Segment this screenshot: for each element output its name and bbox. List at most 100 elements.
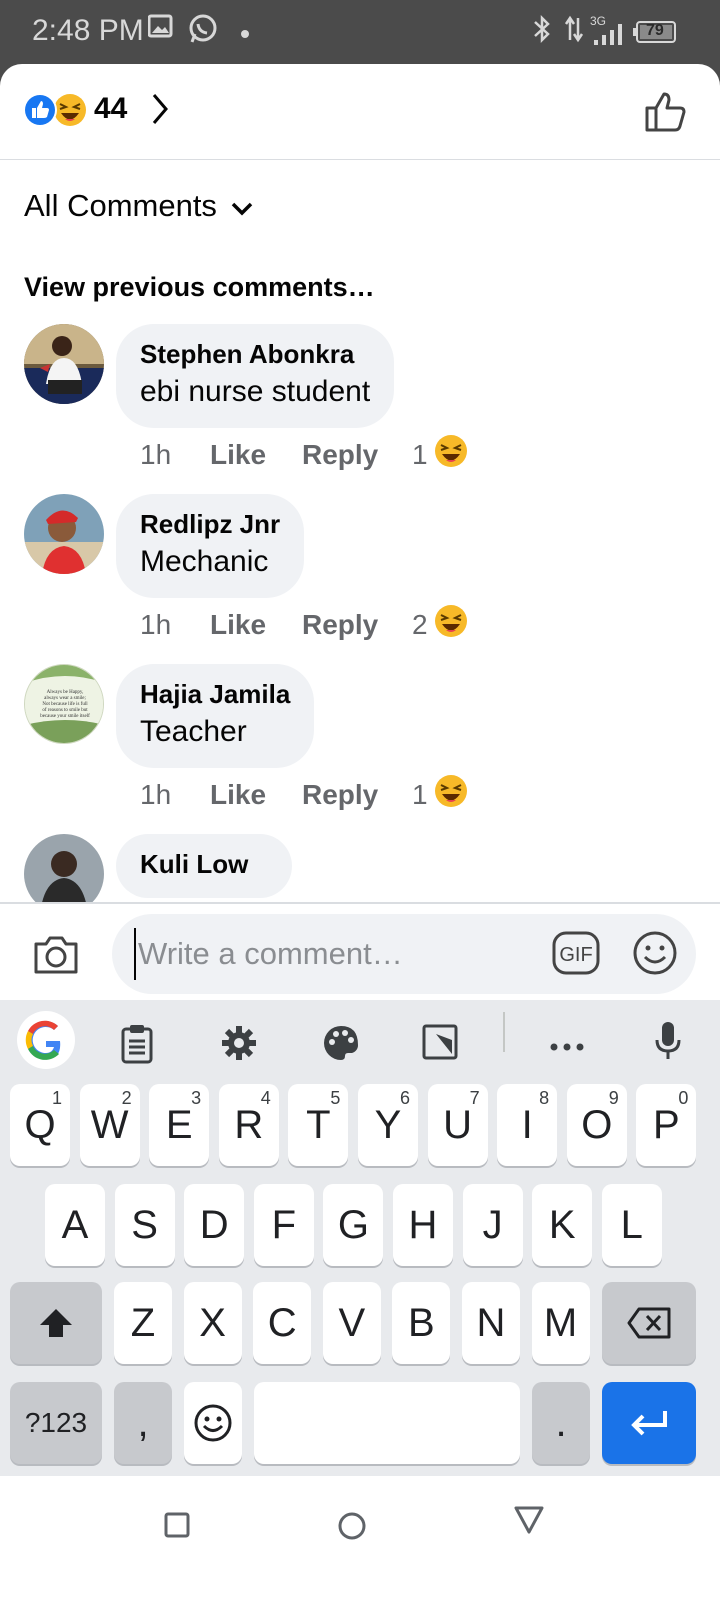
comma-key[interactable]: , [114,1382,172,1464]
key-c[interactable]: C [253,1282,312,1364]
reaction-icons[interactable] [22,92,92,128]
comment-bubble[interactable]: Stephen Abonkra ebi nurse student [116,324,395,428]
comment-input[interactable] [134,928,514,980]
like-reaction-icon [23,93,57,127]
key-r[interactable]: R4 [218,1084,279,1166]
key-t[interactable]: T5 [288,1084,349,1166]
signal-icon [592,22,626,51]
gallery-icon [147,14,174,45]
avatar[interactable] [24,324,104,404]
comment-item: Stephen Abonkra ebi nurse student 1h Lik… [0,324,720,484]
gif-button[interactable]: GIF [552,930,600,981]
key-label: G [337,1202,369,1247]
key-h[interactable]: H [393,1184,453,1266]
commenter-name[interactable]: Kuli Low [140,848,248,880]
key-z[interactable]: Z [114,1282,172,1364]
reply-comment-button[interactable]: Reply [302,439,412,471]
reaction-count[interactable]: 44 [94,92,127,126]
key-l[interactable]: L [601,1184,662,1266]
like-post-icon[interactable] [644,90,688,139]
haha-reaction-icon[interactable] [434,604,468,645]
key-f[interactable]: F [253,1184,314,1266]
comment-text: Teacher [140,715,247,748]
commenter-name[interactable]: Redlipz Jnr [140,508,280,540]
resize-keyboard-icon[interactable] [422,1024,458,1065]
recents-square-icon[interactable] [164,1512,190,1543]
avatar[interactable]: Always be Happy, always wear a smile; No… [24,664,104,744]
key-e[interactable]: E3 [149,1084,210,1166]
comment-reaction-count[interactable]: 1 [412,779,428,811]
key-s[interactable]: S [114,1184,175,1266]
back-triangle-icon[interactable] [514,1506,544,1539]
key-label: K [548,1202,576,1247]
home-circle-icon[interactable] [338,1512,366,1545]
period-key[interactable]: . [532,1382,590,1464]
key-d[interactable]: D [184,1184,245,1266]
like-comment-button[interactable]: Like [210,779,302,811]
shift-key[interactable] [10,1282,102,1364]
more-options-icon[interactable] [550,1038,584,1056]
key-k[interactable]: K [532,1184,593,1266]
haha-reaction-icon[interactable] [434,774,468,815]
commenter-name[interactable]: Hajia Jamila [140,678,290,710]
comments-filter-dropdown[interactable]: All Comments [24,188,253,224]
filter-label: All Comments [24,188,217,223]
key-label: E [165,1102,193,1147]
like-comment-button[interactable]: Like [210,609,302,641]
key-g[interactable]: G [323,1184,384,1266]
comment-item: Kuli Low [0,834,720,902]
key-b[interactable]: B [392,1282,451,1364]
backspace-key[interactable] [602,1282,696,1364]
key-hint: 0 [678,1088,689,1108]
key-o[interactable]: O9 [566,1084,627,1166]
clipboard-icon[interactable] [120,1024,154,1069]
svg-text:always wear a smile;: always wear a smile; [44,696,86,701]
haha-reaction-icon[interactable] [434,434,468,475]
chevron-right-icon[interactable] [150,92,170,131]
key-q[interactable]: Q1 [10,1084,70,1166]
commenter-name[interactable]: Stephen Abonkra [140,338,370,370]
keyboard-toolbar [0,1000,720,1096]
reply-comment-button[interactable]: Reply [302,609,412,641]
comment-bubble[interactable]: Hajia Jamila Teacher [116,664,315,768]
key-j[interactable]: J [462,1184,523,1266]
comment-input-container[interactable]: GIF [112,914,696,994]
key-n[interactable]: N [462,1282,520,1364]
microphone-icon[interactable] [654,1020,682,1067]
comments-list[interactable]: Stephen Abonkra ebi nurse student 1h Lik… [0,322,720,904]
avatar[interactable] [24,494,104,574]
key-hint: 1 [51,1088,62,1108]
key-p[interactable]: P0 [636,1084,697,1166]
key-label: H [408,1202,438,1247]
key-i[interactable]: I8 [497,1084,558,1166]
key-label: O [581,1102,613,1147]
comment-bubble[interactable]: Kuli Low [116,834,293,898]
comment-reaction-count[interactable]: 2 [412,609,428,641]
palette-icon[interactable] [322,1024,360,1067]
key-u[interactable]: U7 [427,1084,488,1166]
reply-comment-button[interactable]: Reply [302,779,412,811]
avatar[interactable] [24,834,104,902]
reactions-bar[interactable]: 44 [0,64,720,160]
google-icon[interactable] [16,1010,76,1075]
key-x[interactable]: X [183,1282,242,1364]
camera-icon[interactable] [32,934,80,981]
comment-reaction-count[interactable]: 1 [412,439,428,471]
emoji-icon[interactable] [632,930,678,981]
comment-item: Always be Happy, always wear a smile; No… [0,664,720,824]
comment-bubble[interactable]: Redlipz Jnr Mechanic [116,494,305,598]
key-w[interactable]: W2 [79,1084,140,1166]
enter-key[interactable] [602,1382,696,1464]
key-m[interactable]: M [531,1282,590,1364]
gear-icon[interactable] [220,1024,258,1067]
key-label: B [408,1300,435,1345]
key-a[interactable]: A [45,1184,105,1266]
key-y[interactable]: Y6 [358,1084,418,1166]
key-v[interactable]: V [322,1282,381,1364]
space-key[interactable] [254,1382,520,1464]
like-comment-button[interactable]: Like [210,439,302,471]
view-previous-comments-link[interactable]: View previous comments… [24,272,375,303]
emoji-key[interactable] [184,1382,242,1464]
key-label: W [90,1102,129,1147]
symbols-key[interactable]: ?123 [10,1382,102,1464]
